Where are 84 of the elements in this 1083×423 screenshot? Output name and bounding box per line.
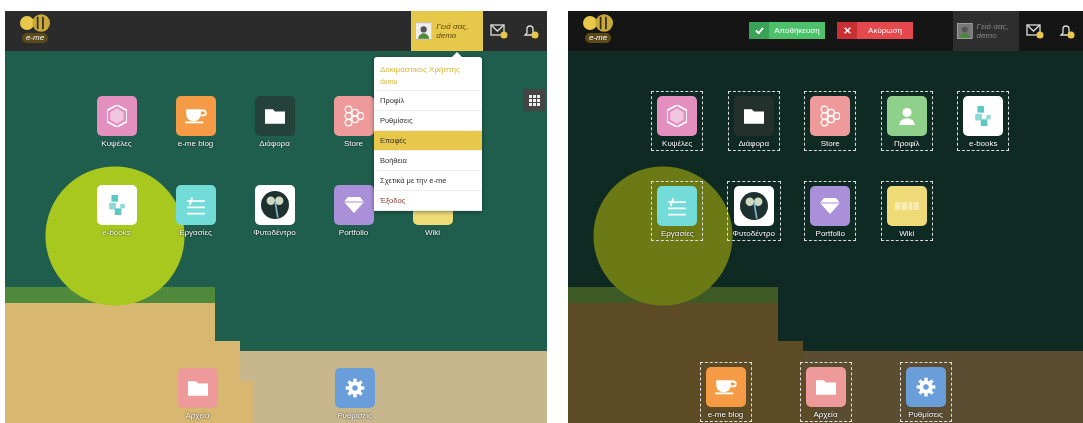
logo-text: e-me (584, 33, 612, 43)
app-label: Portfolio (815, 229, 845, 239)
app-label: Αρχεία (185, 411, 210, 421)
app-label: e-books (102, 228, 131, 238)
app-label: Ρυθμίσεις (337, 411, 372, 421)
list-lines-icon (185, 195, 206, 215)
app-tile-button[interactable] (886, 96, 927, 136)
folder-icon (743, 108, 764, 124)
logo-text: e-me (21, 33, 49, 43)
app-grid-button[interactable] (523, 89, 545, 111)
close-icon (843, 27, 851, 34)
check-icon (754, 26, 764, 35)
app-tile-button[interactable] (657, 186, 698, 226)
app-tile-button[interactable] (963, 96, 1004, 136)
gear-icon (343, 377, 366, 399)
app-label: e-me blog (707, 410, 744, 420)
app-tile-button[interactable] (886, 186, 927, 226)
app-label: Διάφορα (259, 139, 290, 149)
honeycomb-icon (343, 105, 364, 127)
list-lines-icon (667, 196, 688, 216)
envelope-icon (1026, 23, 1044, 39)
app-tile-button[interactable] (810, 96, 851, 136)
app-label: Portfolio (338, 228, 369, 238)
app-label: Κυψέλες (101, 139, 132, 149)
user-full-name: Δοκιμαστικός Χρήστης (380, 65, 461, 75)
user-menu-button[interactable]: Γειά σας, demo (953, 11, 1019, 51)
cup-icon (184, 108, 207, 124)
diamond-icon (820, 198, 841, 214)
app-label: Store (343, 139, 364, 149)
app-tile-button[interactable] (810, 186, 851, 226)
app-tile-button[interactable] (705, 367, 746, 407)
app-tile-button[interactable] (175, 185, 216, 225)
hexagon-icon (667, 105, 688, 127)
app-label: Φυτοδέντρο (253, 228, 296, 238)
wiki-icon (894, 202, 919, 210)
app-label: Wiki (424, 228, 441, 238)
gear-icon (914, 376, 937, 398)
app-label: e-books (969, 139, 998, 149)
cup-icon (714, 379, 737, 395)
app-label: Ρυθμίσεις (908, 410, 943, 420)
envelope-icon (490, 23, 508, 39)
app-label: Αρχεία (813, 410, 838, 420)
bell-icon (522, 23, 540, 39)
app-tile-button[interactable] (254, 185, 295, 225)
tree-circle-icon (260, 191, 289, 219)
avatar-silhouette (415, 20, 433, 42)
app-tile-button[interactable] (254, 96, 295, 136)
app-tile-button[interactable] (905, 367, 946, 407)
cube-stack-icon (108, 195, 125, 215)
tree-circle-icon (739, 192, 768, 220)
app-label: e-me blog (177, 139, 214, 149)
folder-icon (187, 380, 208, 396)
app-tile-button[interactable] (177, 368, 218, 408)
app-tile-button[interactable] (334, 368, 375, 408)
bee-logo-icon (20, 14, 50, 32)
app-tile-button[interactable] (333, 185, 374, 225)
app-label: Κυψέλες (662, 139, 693, 149)
app-tile-button[interactable] (805, 367, 846, 407)
app-label: Φυτοδέντρο (732, 229, 775, 239)
bee-logo-icon (583, 14, 613, 32)
grid-icon (528, 94, 540, 106)
person-icon (898, 107, 915, 125)
app-tile-button[interactable] (657, 96, 698, 136)
cancel-button[interactable]: Ακύρωση (837, 22, 913, 39)
app-label: Store (820, 139, 840, 149)
diamond-icon (343, 197, 364, 213)
folder-icon (815, 379, 836, 395)
hexagon-icon (106, 105, 127, 127)
folder-icon (264, 108, 285, 124)
app-label: Wiki (899, 229, 915, 239)
bell-icon (1058, 23, 1076, 39)
avatar-silhouette (957, 20, 973, 42)
app-label: Προφίλ (893, 139, 920, 149)
honeycomb-icon (820, 105, 841, 127)
user-menu-button[interactable]: Γειά σας, demo (411, 11, 483, 51)
app-tile-button[interactable] (733, 96, 774, 136)
cube-stack-icon (975, 106, 992, 126)
app-label: Εργασίες (660, 229, 694, 239)
app-tile-button[interactable] (333, 96, 374, 136)
app-tile-button[interactable] (96, 96, 137, 136)
app-tile-button[interactable] (96, 185, 137, 225)
app-label: Διάφορα (738, 139, 770, 149)
app-tile-button[interactable] (733, 186, 774, 226)
app-tile-button[interactable] (175, 96, 216, 136)
